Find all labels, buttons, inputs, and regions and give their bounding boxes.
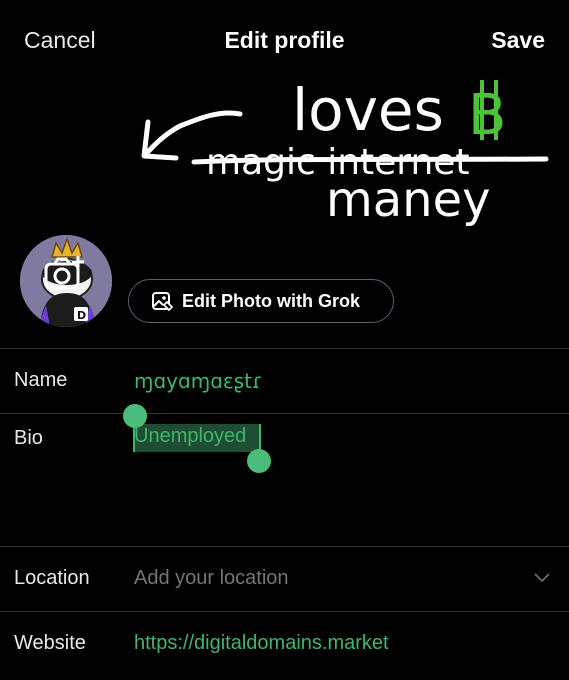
header-banner-image[interactable]: loves B magic internet maney xyxy=(0,66,569,266)
divider xyxy=(0,413,569,414)
divider xyxy=(0,546,569,547)
location-label: Location xyxy=(14,567,90,589)
location-field[interactable]: Add your location xyxy=(134,567,289,590)
image-edit-icon xyxy=(152,292,173,312)
camera-plus-icon[interactable] xyxy=(40,254,90,296)
bitcoin-symbol: B xyxy=(468,83,506,148)
edit-photo-with-grok-label: Edit Photo with Grok xyxy=(182,290,360,311)
banner-text-maney: maney xyxy=(326,172,491,228)
selection-end-caret xyxy=(259,424,261,452)
divider xyxy=(0,348,569,349)
divider xyxy=(0,611,569,612)
bio-field[interactable]: Unemployed xyxy=(134,425,246,448)
page-title: Edit profile xyxy=(224,27,345,53)
website-label: Website xyxy=(14,632,86,654)
banner-text-loves: loves xyxy=(292,76,444,144)
website-field[interactable]: https://digitaldomains.market xyxy=(134,632,389,655)
name-label: Name xyxy=(14,369,68,391)
edit-photo-with-grok-button[interactable]: Edit Photo with Grok xyxy=(128,279,394,323)
svg-text:D: D xyxy=(77,309,86,322)
save-button[interactable]: Save xyxy=(491,27,545,54)
chevron-down-icon[interactable] xyxy=(533,571,551,585)
selection-start-handle[interactable] xyxy=(123,404,147,428)
name-field[interactable]: ɱɑyɑɱɑεʂtɾ xyxy=(134,369,263,393)
selection-end-handle[interactable] xyxy=(247,449,271,473)
bio-label: Bio xyxy=(14,427,43,449)
